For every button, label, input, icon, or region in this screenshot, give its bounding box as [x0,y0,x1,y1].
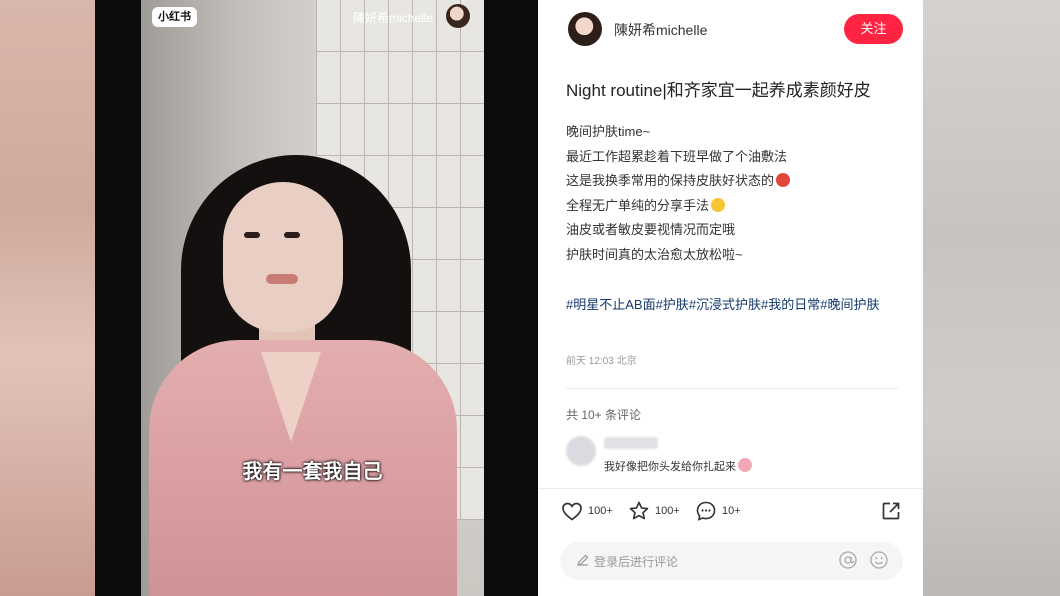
video-person-face [223,182,343,332]
post-tag[interactable]: #我的日常 [761,297,820,312]
blurred-background-right [923,0,1060,596]
video-player[interactable]: 小红书 陳妍希michelle 我有一套我自己 [141,0,484,596]
post-date: 前天 12:03 北京 [566,356,637,367]
comment-bubble-icon [696,501,716,521]
post-tag[interactable]: #沉浸式护肤 [689,297,761,312]
comment-text: 我好像把你头发给你扎起来 [604,458,752,474]
smile-emoji-icon [711,197,726,212]
secret-emoji-icon [776,173,791,188]
commenter-name-blurred[interactable] [604,437,658,449]
post-body-line: 最近工作超累趁着下班早做了个油敷法 [566,148,788,164]
post-tag[interactable]: #护肤 [656,297,689,312]
post-tag[interactable]: #晚间护肤 [820,297,879,312]
star-icon [629,501,649,520]
share-icon[interactable] [879,499,903,523]
collect-count: 100+ [655,505,680,517]
mention-at-icon[interactable] [838,550,858,570]
author-avatar[interactable] [568,12,602,46]
letterbox-right [484,0,538,596]
post-body-line: 油皮或者敏皮要视情况而定哦 [566,222,736,238]
comment-count-number: 10+ [722,505,741,517]
post-tags: #明星不止AB面#护肤#沉浸式护肤#我的日常#晚间护肤 [566,292,901,317]
collect-button[interactable]: 100+ [627,498,680,524]
post-body: 晚间护肤time~ 最近工作超累趁着下班早做了个油敷法 这是我换季常用的保持皮肤… [566,120,906,268]
video-person-lips [266,274,298,284]
emoji-icon[interactable] [869,550,889,570]
video-avatar [446,4,470,28]
like-count: 100+ [588,505,613,517]
post-body-line: 护肤时间真的太治愈太放松啦~ [566,246,743,262]
video-person-eye [244,232,260,238]
post-body-line: 晚间护肤time~ [566,124,651,139]
video-person-eye [284,232,300,238]
letterbox-left [95,0,141,596]
video-username: 陳妍希michelle [353,11,434,25]
divider [538,488,923,489]
post-tag[interactable]: #明星不止AB面 [566,297,656,312]
heart-icon [562,502,582,521]
app-logo-badge: 小红书 [152,7,197,27]
video-subtitle: 我有一套我自己 [242,461,383,483]
post-panel: 陳妍希michelle 关注 Night routine|和齐家宜一起养成素颜好… [538,0,923,596]
divider [566,388,898,389]
blurred-background-left [0,0,95,596]
comment-count: 共 10+ 条评论 [566,408,642,422]
post-body-line: 这是我换季常用的保持皮肤好状态的 [566,169,906,194]
like-button[interactable]: 100+ [560,498,613,524]
post-title: Night routine|和齐家宜一起养成素颜好皮 [566,81,871,100]
comment-input-placeholder: 登录后进行评论 [594,555,679,569]
comment-button[interactable]: 10+ [694,498,741,524]
follow-button[interactable]: 关注 [844,14,903,44]
commenter-avatar[interactable] [566,436,596,466]
post-body-line: 全程无广单纯的分享手法 [566,194,906,219]
pencil-icon [577,554,589,566]
pig-emoji-icon [738,458,752,472]
author-name[interactable]: 陳妍希michelle [614,20,707,40]
